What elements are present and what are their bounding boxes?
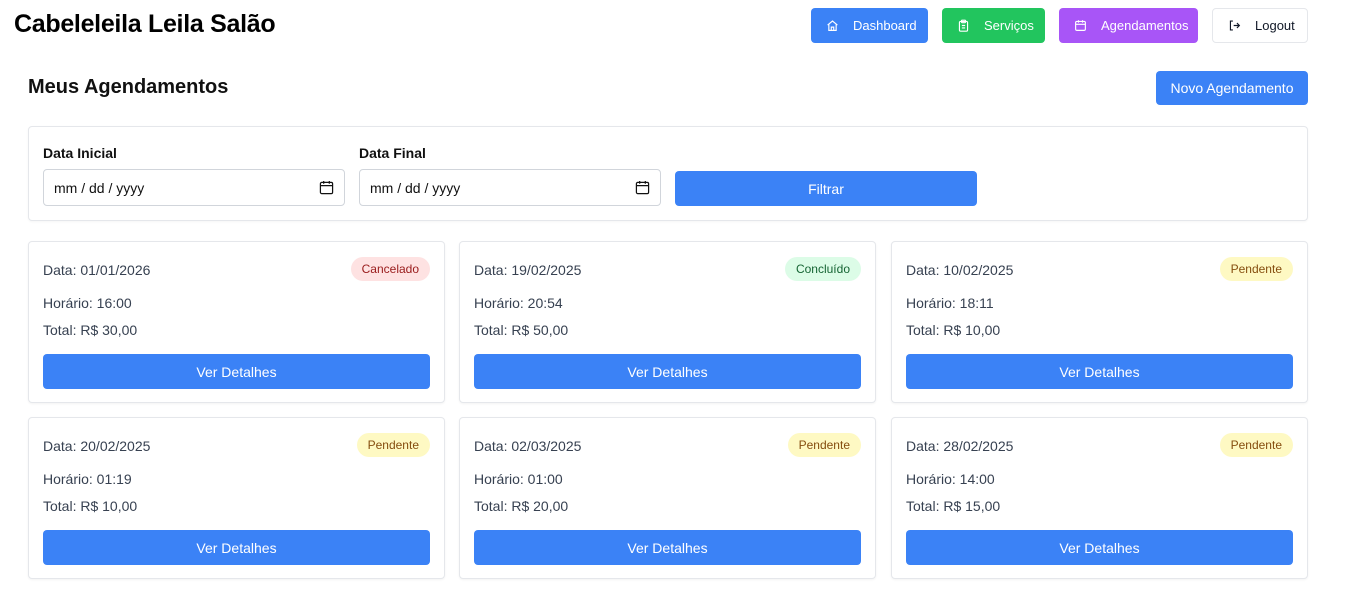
appointment-card: Data: 01/01/2026 Cancelado Horário: 16:0… xyxy=(28,241,445,403)
page-title: Meus Agendamentos xyxy=(28,76,229,98)
appointment-date: Data: 28/02/2025 xyxy=(906,438,1014,454)
start-date-value: mm / dd / yyyy xyxy=(54,179,145,196)
view-details-button[interactable]: Ver Detalhes xyxy=(474,530,861,565)
status-badge: Pendente xyxy=(1219,433,1293,457)
end-date-label: Data Final xyxy=(359,145,426,161)
new-appointment-button[interactable]: Novo Agendamento xyxy=(1156,71,1308,105)
clipboard-icon xyxy=(958,19,969,32)
view-details-button[interactable]: Ver Detalhes xyxy=(474,354,861,389)
status-badge: Pendente xyxy=(356,433,430,457)
appointment-card: Data: 28/02/2025 Pendente Horário: 14:00… xyxy=(891,417,1308,579)
view-details-button[interactable]: Ver Detalhes xyxy=(43,354,430,389)
appointment-total: Total: R$ 20,00 xyxy=(474,498,569,514)
logout-icon xyxy=(1229,20,1241,31)
status-badge: Pendente xyxy=(1219,257,1293,281)
appointment-date: Data: 19/02/2025 xyxy=(474,262,582,278)
appointment-time: Horário: 16:00 xyxy=(43,295,132,311)
appointment-time: Horário: 20:54 xyxy=(474,295,563,311)
nav-logout-label: Logout xyxy=(1255,18,1295,33)
appointment-total: Total: R$ 30,00 xyxy=(43,322,138,338)
appointment-date: Data: 01/01/2026 xyxy=(43,262,151,278)
nav-dashboard-label: Dashboard xyxy=(853,18,917,33)
app-brand: Cabeleleila Leila Salão xyxy=(14,10,276,38)
view-details-button[interactable]: Ver Detalhes xyxy=(906,354,1293,389)
nav-logout-button[interactable]: Logout xyxy=(1212,8,1308,43)
appointment-total: Total: R$ 10,00 xyxy=(43,498,138,514)
nav-dashboard-button[interactable]: Dashboard xyxy=(811,8,928,43)
filter-button[interactable]: Filtrar xyxy=(675,171,977,206)
nav-servicos-button[interactable]: Serviços xyxy=(942,8,1045,43)
calendar-icon xyxy=(1075,20,1086,31)
status-badge: Concluído xyxy=(784,257,861,281)
appointment-total: Total: R$ 15,00 xyxy=(906,498,1001,514)
appointment-total: Total: R$ 10,00 xyxy=(906,322,1001,338)
home-icon xyxy=(827,20,838,31)
view-details-button[interactable]: Ver Detalhes xyxy=(43,530,430,565)
appointment-card: Data: 20/02/2025 Pendente Horário: 01:19… xyxy=(28,417,445,579)
appointment-date: Data: 10/02/2025 xyxy=(906,262,1014,278)
start-date-label: Data Inicial xyxy=(43,145,117,161)
appointment-time: Horário: 01:19 xyxy=(43,471,132,487)
calendar-picker-icon[interactable] xyxy=(319,180,334,195)
view-details-button[interactable]: Ver Detalhes xyxy=(906,530,1293,565)
nav-agendamentos-button[interactable]: Agendamentos xyxy=(1059,8,1198,43)
appointment-card: Data: 10/02/2025 Pendente Horário: 18:11… xyxy=(891,241,1308,403)
nav-servicos-label: Serviços xyxy=(984,18,1034,33)
status-badge: Pendente xyxy=(787,433,861,457)
appointment-total: Total: R$ 50,00 xyxy=(474,322,569,338)
end-date-input[interactable]: mm / dd / yyyy xyxy=(359,169,661,206)
appointment-time: Horário: 14:00 xyxy=(906,471,995,487)
status-badge: Cancelado xyxy=(350,257,430,281)
appointment-card: Data: 02/03/2025 Pendente Horário: 01:00… xyxy=(459,417,876,579)
appointment-date: Data: 02/03/2025 xyxy=(474,438,582,454)
appointment-card: Data: 19/02/2025 Concluído Horário: 20:5… xyxy=(459,241,876,403)
calendar-picker-icon[interactable] xyxy=(635,180,650,195)
appointment-time: Horário: 01:00 xyxy=(474,471,563,487)
filter-panel: Data Inicial mm / dd / yyyy Data Final m… xyxy=(28,126,1308,221)
appointment-time: Horário: 18:11 xyxy=(906,295,994,311)
appointment-date: Data: 20/02/2025 xyxy=(43,438,151,454)
start-date-input[interactable]: mm / dd / yyyy xyxy=(43,169,345,206)
end-date-value: mm / dd / yyyy xyxy=(370,179,461,196)
nav-agendamentos-label: Agendamentos xyxy=(1101,18,1189,33)
